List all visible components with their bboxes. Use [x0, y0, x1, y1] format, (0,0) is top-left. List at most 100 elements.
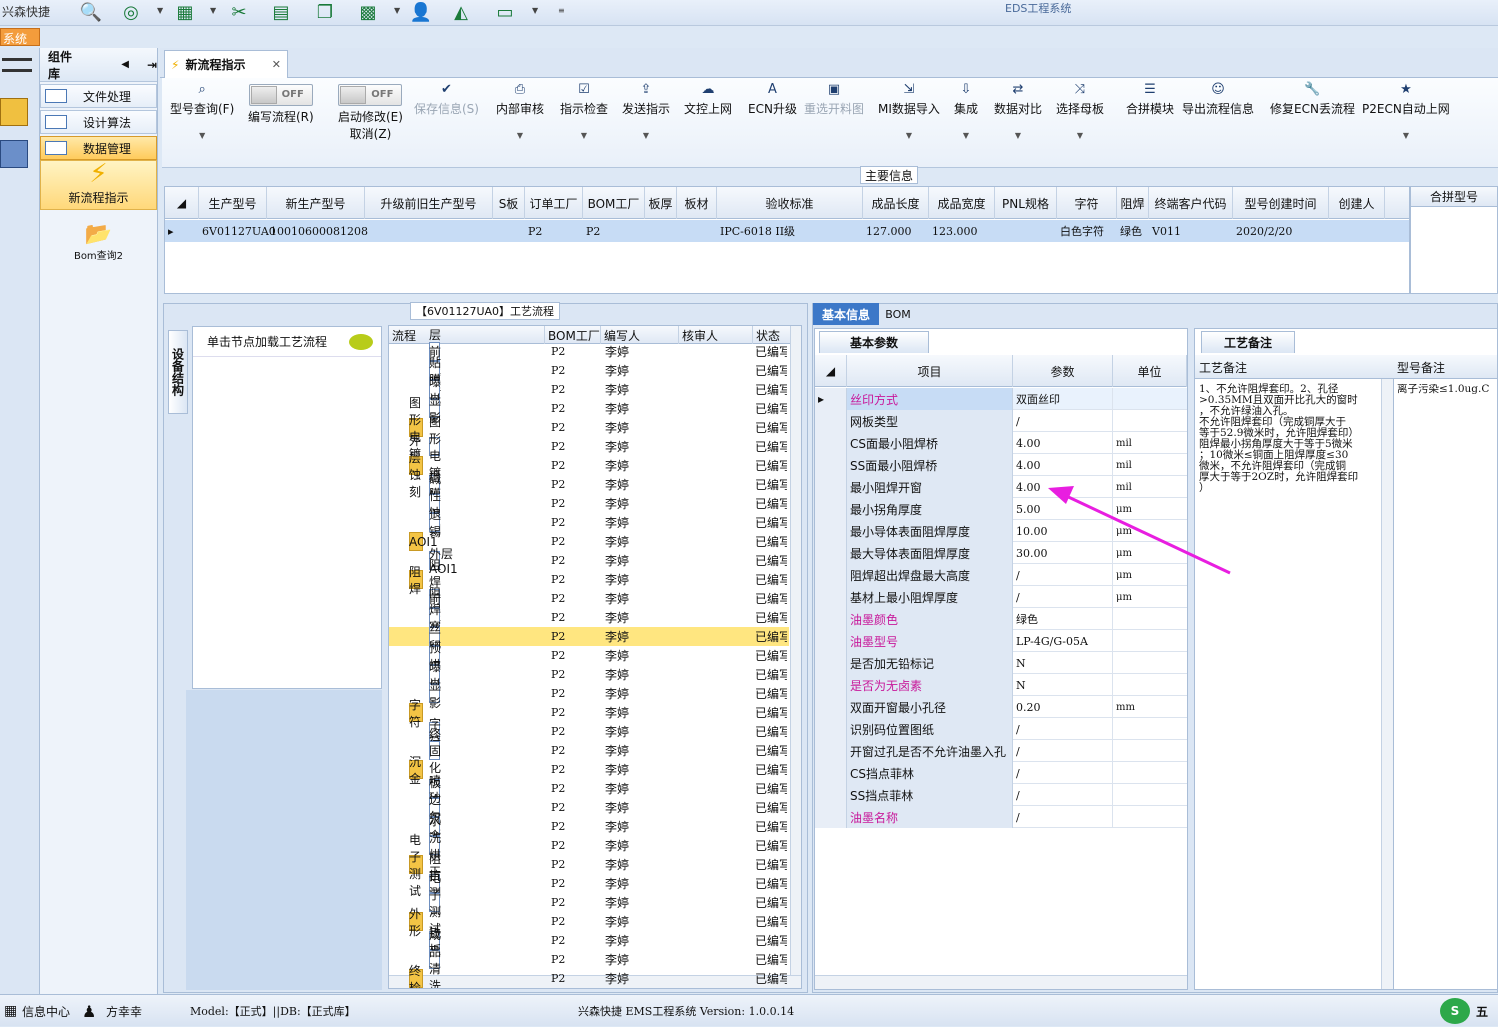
column-header[interactable]: 验收标准	[717, 187, 863, 219]
tree-row[interactable]: 显影P2李婷已编写	[389, 679, 789, 710]
tree-row[interactable]: −外层蚀刻P2李婷已编写	[389, 434, 789, 499]
tree-row[interactable]: 丝印P2李婷已编写	[389, 622, 789, 653]
tree-row[interactable]: 铣板P2李婷已编写	[389, 926, 789, 957]
param-row[interactable]: 开窗过孔是否不允许油墨入孔 /	[815, 740, 1187, 762]
ribbon-button-13[interactable]: ⤨ 选择母板 ▼	[1056, 82, 1104, 140]
tree-row[interactable]: 曝光P2李婷已编写	[389, 375, 789, 406]
column-header[interactable]: 终端客户代码	[1149, 187, 1233, 219]
tree-row[interactable]: −图形电镀P2李婷已编写	[389, 396, 789, 461]
column-header[interactable]: 成品长度	[863, 187, 929, 219]
tab-bom[interactable]: BOM	[882, 303, 914, 325]
component-item-algorithm[interactable]: 设计算法	[40, 110, 157, 134]
ribbon-button-0[interactable]: ⌕ 型号查询(F) ▼	[170, 82, 234, 140]
tree-row[interactable]: 图形电镀P2李婷已编写	[389, 415, 789, 480]
column-header[interactable]: 板厚	[645, 187, 677, 219]
ribbon-button-9[interactable]: ▣ 重选开料图	[804, 82, 864, 117]
param-value[interactable]: /	[1013, 806, 1113, 828]
tree-row[interactable]: −外形P2李婷已编写	[389, 907, 789, 938]
tab-basic-info[interactable]: 基本信息	[813, 303, 879, 325]
ribbon-button-10[interactable]: ⇲ MI数据导入 ▼	[878, 82, 940, 140]
tree-row[interactable]: 贴膜P2李婷已编写	[389, 356, 789, 387]
app-icon[interactable]	[0, 98, 28, 126]
tab-basic-params[interactable]: 基本参数	[819, 331, 929, 353]
column-header[interactable]: 生产型号	[199, 187, 267, 219]
tree-row[interactable]: 电子测试P2李婷已编写	[389, 871, 789, 936]
param-value[interactable]: /	[1013, 784, 1113, 806]
menu-icon[interactable]	[2, 58, 32, 72]
param-value[interactable]: /	[1013, 740, 1113, 762]
param-value[interactable]: /	[1013, 718, 1113, 740]
tree-row[interactable]: −沉金P2李婷已编写	[389, 755, 789, 786]
tree-row[interactable]: 外层AOI1P2李婷已编写	[389, 547, 789, 576]
grid-icon[interactable]: ▩	[355, 0, 381, 24]
chevron-down-icon[interactable]: ▼	[643, 131, 649, 140]
param-row[interactable]: CS挡点菲林 /	[815, 762, 1187, 784]
chevron-down-icon[interactable]: ▼	[1077, 131, 1083, 140]
copy-icon[interactable]: ❐	[312, 0, 338, 24]
tree-row[interactable]: 成品清洗P2李婷已编写	[389, 928, 789, 988]
ribbon-button-4[interactable]: ⎙ 内部审核 ▼	[496, 82, 544, 140]
param-value[interactable]: /	[1013, 410, 1113, 432]
monitor-icon[interactable]: ▭	[492, 0, 518, 24]
ribbon-button-17[interactable]: ★ P2ECN自动上网 ▼	[1362, 82, 1450, 140]
column-header[interactable]: PNL规格	[995, 187, 1057, 219]
param-row[interactable]: CS面最小阻焊桥 4.00 mil	[815, 432, 1187, 454]
chevron-down-icon[interactable]: ▼	[1403, 131, 1409, 140]
param-row[interactable]: 双面开窗最小孔径 0.20 mm	[815, 696, 1187, 718]
ribbon-button-15[interactable]: ☺ 导出流程信息	[1182, 82, 1254, 117]
chevron-down-icon[interactable]: ▼	[963, 131, 969, 140]
param-value[interactable]: 4.00	[1013, 454, 1113, 476]
param-value[interactable]: LP-4G/G-05A	[1013, 630, 1113, 652]
film-icon[interactable]: ▤	[268, 0, 294, 24]
column-header[interactable]: BOM工厂	[583, 187, 645, 219]
tree-row[interactable]: 阻抗测试P2李婷已编写	[389, 852, 789, 917]
params-column-header[interactable]: 单位	[1113, 355, 1187, 387]
column-header[interactable]: S板	[493, 187, 525, 219]
column-header[interactable]: 字符	[1057, 187, 1117, 219]
tree-row[interactable]: 字符P2李婷已编写	[389, 717, 789, 748]
tree-row[interactable]: 阻焊塞孔P2李婷已编写	[389, 586, 789, 651]
chart-icon[interactable]: ◭	[448, 0, 474, 24]
param-row[interactable]: 网板类型 /	[815, 410, 1187, 432]
param-row[interactable]: SS挡点菲林 /	[815, 784, 1187, 806]
column-header[interactable]: 板材	[677, 187, 717, 219]
ribbon-button-8[interactable]: A ECN升级	[748, 82, 797, 117]
tree-row[interactable]: 阻焊前处理P2李婷已编写	[389, 558, 789, 640]
column-header[interactable]: 新生产型号	[267, 187, 365, 219]
column-header[interactable]: 成品宽度	[929, 187, 995, 219]
tree-row[interactable]: 退锡 P2 李婷 已编写	[389, 508, 789, 539]
param-row[interactable]: ▸ 丝印方式 双面丝印	[815, 388, 1187, 410]
column-header[interactable]: 升级前旧生产型号	[365, 187, 493, 219]
tree-vertical-scrollbar[interactable]	[790, 326, 801, 976]
param-value[interactable]: N	[1013, 652, 1113, 674]
ribbon-button-12[interactable]: ⇄ 数据对比 ▼	[994, 82, 1042, 140]
param-row[interactable]: 是否加无铅标记 N	[815, 652, 1187, 674]
chevron-down-icon[interactable]: ▼	[906, 131, 912, 140]
params-column-header[interactable]: 参数	[1013, 355, 1113, 387]
tree-row[interactable]: 退膜P2李婷已编写	[389, 470, 789, 501]
param-value[interactable]: /	[1013, 586, 1113, 608]
param-row[interactable]: 油墨颜色 绿色	[815, 608, 1187, 630]
tree-row[interactable]: 喷砂P2李婷已编写	[389, 774, 789, 805]
tab-new-flow[interactable]: ⚡ 新流程指示 ✕	[164, 50, 288, 78]
side-tab-equipment[interactable]: 设备结构	[168, 330, 188, 414]
tree-row[interactable]: 显影P2李婷已编写	[389, 394, 789, 425]
ime-mode[interactable]: 五	[1476, 995, 1488, 1027]
toggle-switch[interactable]: OFF	[248, 84, 313, 106]
ribbon-button-1[interactable]: OFF 编写流程(R)	[248, 84, 314, 125]
param-row[interactable]: 油墨型号 LP-4G/G-05A	[815, 630, 1187, 652]
chevron-down-icon[interactable]: ▼	[517, 131, 523, 140]
tree-row[interactable]: 曝光P2李婷已编写	[389, 660, 789, 691]
ribbon-button-7[interactable]: ☁ 文控上网	[684, 82, 732, 117]
close-icon[interactable]: ✕	[272, 58, 281, 71]
tool-icon[interactable]	[0, 140, 28, 168]
pin-icon[interactable]: ⇥	[147, 58, 157, 72]
tree-row[interactable]: 水洗烘干P2李婷已编写	[389, 814, 789, 879]
tab-craft-note[interactable]: 工艺备注	[1201, 331, 1295, 353]
tree-row[interactable]: 碱性蚀刻P2李婷已编写	[389, 472, 789, 537]
component-item-file[interactable]: 文件处理	[40, 84, 157, 108]
table-icon[interactable]: ▦	[172, 0, 198, 24]
message-center[interactable]: 信息中心	[22, 995, 70, 1027]
tree-row[interactable]: 板边包胶P2李婷已编写	[389, 776, 789, 841]
chevron-down-icon[interactable]: ▼	[1015, 131, 1021, 140]
